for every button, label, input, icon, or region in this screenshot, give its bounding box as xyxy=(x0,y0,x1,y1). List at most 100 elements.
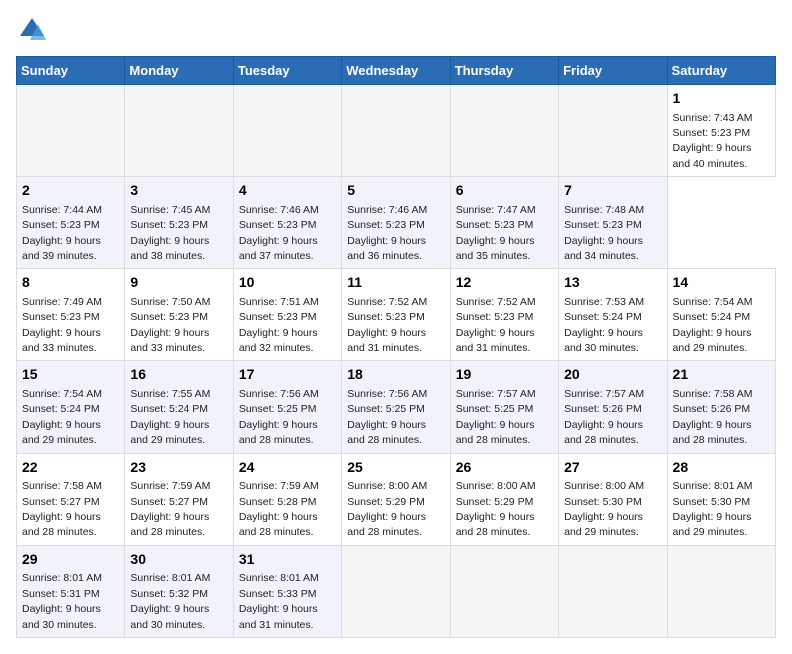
day-number: 30 xyxy=(130,550,227,570)
empty-cell xyxy=(450,545,558,637)
day-cell-21: 21 Sunrise: 7:58 AMSunset: 5:26 PMDayligh… xyxy=(667,361,775,453)
day-number: 3 xyxy=(130,181,227,201)
day-cell-8: 8 Sunrise: 7:49 AMSunset: 5:23 PMDaylight… xyxy=(17,269,125,361)
day-cell-11: 11Sunrise: 7:52 AMSunset: 5:23 PMDayligh… xyxy=(342,269,450,361)
day-number: 27 xyxy=(564,458,661,478)
day-cell-28: 28Sunrise: 8:01 AMSunset: 5:30 PMDayligh… xyxy=(667,453,775,545)
day-number: 18 xyxy=(347,365,444,385)
empty-cell xyxy=(559,85,667,177)
day-cell-25: 25Sunrise: 8:00 AMSunset: 5:29 PMDayligh… xyxy=(342,453,450,545)
empty-cell xyxy=(450,85,558,177)
day-cell-16: 16Sunrise: 7:55 AMSunset: 5:24 PMDayligh… xyxy=(125,361,233,453)
day-info: Sunrise: 7:54 AMSunset: 5:24 PMDaylight:… xyxy=(673,296,753,354)
day-number: 5 xyxy=(347,181,444,201)
day-info: Sunrise: 8:00 AMSunset: 5:30 PMDaylight:… xyxy=(564,480,644,538)
day-cell-2: 2 Sunrise: 7:44 AMSunset: 5:23 PMDaylight… xyxy=(17,177,125,269)
day-number: 1 xyxy=(673,89,770,109)
day-number: 16 xyxy=(130,365,227,385)
day-cell-17: 17Sunrise: 7:56 AMSunset: 5:25 PMDayligh… xyxy=(233,361,341,453)
day-cell-10: 10Sunrise: 7:51 AMSunset: 5:23 PMDayligh… xyxy=(233,269,341,361)
day-number: 26 xyxy=(456,458,553,478)
day-cell-3: 3 Sunrise: 7:45 AMSunset: 5:23 PMDaylight… xyxy=(125,177,233,269)
day-number: 6 xyxy=(456,181,553,201)
calendar-table: SundayMondayTuesdayWednesdayThursdayFrid… xyxy=(16,56,776,638)
day-cell-31: 31Sunrise: 8:01 AMSunset: 5:33 PMDayligh… xyxy=(233,545,341,637)
header-row: SundayMondayTuesdayWednesdayThursdayFrid… xyxy=(17,57,776,85)
day-cell-7: 7 Sunrise: 7:48 AMSunset: 5:23 PMDaylight… xyxy=(559,177,667,269)
day-info: Sunrise: 7:49 AMSunset: 5:23 PMDaylight:… xyxy=(22,296,102,354)
calendar-week-0: 1 Sunrise: 7:43 AMSunset: 5:23 PMDaylight… xyxy=(17,85,776,177)
empty-cell xyxy=(342,85,450,177)
day-cell-18: 18Sunrise: 7:56 AMSunset: 5:25 PMDayligh… xyxy=(342,361,450,453)
day-number: 24 xyxy=(239,458,336,478)
day-number: 14 xyxy=(673,273,770,293)
logo-icon xyxy=(18,16,46,44)
day-number: 2 xyxy=(22,181,119,201)
day-info: Sunrise: 7:52 AMSunset: 5:23 PMDaylight:… xyxy=(347,296,427,354)
calendar-week-1: 2 Sunrise: 7:44 AMSunset: 5:23 PMDaylight… xyxy=(17,177,776,269)
day-cell-12: 12 Sunrise: 7:52 AMSunset: 5:23 PMDayligh… xyxy=(450,269,558,361)
day-info: Sunrise: 7:59 AMSunset: 5:27 PMDaylight:… xyxy=(130,480,210,538)
day-cell-22: 22Sunrise: 7:58 AMSunset: 5:27 PMDayligh… xyxy=(17,453,125,545)
page-header xyxy=(16,16,776,44)
day-info: Sunrise: 7:57 AMSunset: 5:26 PMDaylight:… xyxy=(564,388,644,446)
day-info: Sunrise: 8:01 AMSunset: 5:30 PMDaylight:… xyxy=(673,480,753,538)
day-number: 21 xyxy=(673,365,770,385)
day-cell-27: 27Sunrise: 8:00 AMSunset: 5:30 PMDayligh… xyxy=(559,453,667,545)
day-number: 20 xyxy=(564,365,661,385)
day-number: 4 xyxy=(239,181,336,201)
day-info: Sunrise: 7:59 AMSunset: 5:28 PMDaylight:… xyxy=(239,480,319,538)
logo xyxy=(16,16,46,44)
day-info: Sunrise: 7:52 AMSunset: 5:23 PMDaylight:… xyxy=(456,296,536,354)
header-friday: Friday xyxy=(559,57,667,85)
day-cell-26: 26Sunrise: 8:00 AMSunset: 5:29 PMDayligh… xyxy=(450,453,558,545)
day-number: 23 xyxy=(130,458,227,478)
day-info: Sunrise: 8:01 AMSunset: 5:32 PMDaylight:… xyxy=(130,572,210,630)
calendar-week-5: 29Sunrise: 8:01 AMSunset: 5:31 PMDayligh… xyxy=(17,545,776,637)
header-saturday: Saturday xyxy=(667,57,775,85)
day-info: Sunrise: 7:47 AMSunset: 5:23 PMDaylight:… xyxy=(456,204,536,262)
day-cell-19: 19Sunrise: 7:57 AMSunset: 5:25 PMDayligh… xyxy=(450,361,558,453)
day-cell-13: 13Sunrise: 7:53 AMSunset: 5:24 PMDayligh… xyxy=(559,269,667,361)
empty-cell xyxy=(233,85,341,177)
calendar-week-2: 8 Sunrise: 7:49 AMSunset: 5:23 PMDaylight… xyxy=(17,269,776,361)
day-number: 25 xyxy=(347,458,444,478)
day-cell-30: 30Sunrise: 8:01 AMSunset: 5:32 PMDayligh… xyxy=(125,545,233,637)
empty-cell xyxy=(559,545,667,637)
day-number: 15 xyxy=(22,365,119,385)
day-number: 22 xyxy=(22,458,119,478)
day-number: 13 xyxy=(564,273,661,293)
day-info: Sunrise: 7:51 AMSunset: 5:23 PMDaylight:… xyxy=(239,296,319,354)
day-info: Sunrise: 7:48 AMSunset: 5:23 PMDaylight:… xyxy=(564,204,644,262)
day-number: 19 xyxy=(456,365,553,385)
header-sunday: Sunday xyxy=(17,57,125,85)
day-number: 29 xyxy=(22,550,119,570)
day-cell-14: 14 Sunrise: 7:54 AMSunset: 5:24 PMDayligh… xyxy=(667,269,775,361)
header-monday: Monday xyxy=(125,57,233,85)
day-info: Sunrise: 8:00 AMSunset: 5:29 PMDaylight:… xyxy=(347,480,427,538)
day-cell-5: 5Sunrise: 7:46 AMSunset: 5:23 PMDaylight… xyxy=(342,177,450,269)
day-cell-6: 6 Sunrise: 7:47 AMSunset: 5:23 PMDaylight… xyxy=(450,177,558,269)
header-wednesday: Wednesday xyxy=(342,57,450,85)
day-info: Sunrise: 7:45 AMSunset: 5:23 PMDaylight:… xyxy=(130,204,210,262)
empty-cell xyxy=(667,545,775,637)
day-cell-9: 9Sunrise: 7:50 AMSunset: 5:23 PMDaylight… xyxy=(125,269,233,361)
day-info: Sunrise: 8:01 AMSunset: 5:31 PMDaylight:… xyxy=(22,572,102,630)
day-info: Sunrise: 8:00 AMSunset: 5:29 PMDaylight:… xyxy=(456,480,536,538)
day-number: 31 xyxy=(239,550,336,570)
day-cell-1: 1 Sunrise: 7:43 AMSunset: 5:23 PMDaylight… xyxy=(667,85,775,177)
calendar-week-3: 15Sunrise: 7:54 AMSunset: 5:24 PMDayligh… xyxy=(17,361,776,453)
day-number: 7 xyxy=(564,181,661,201)
day-number: 12 xyxy=(456,273,553,293)
day-cell-15: 15Sunrise: 7:54 AMSunset: 5:24 PMDayligh… xyxy=(17,361,125,453)
day-info: Sunrise: 7:58 AMSunset: 5:26 PMDaylight:… xyxy=(673,388,753,446)
empty-cell xyxy=(125,85,233,177)
day-cell-4: 4Sunrise: 7:46 AMSunset: 5:23 PMDaylight… xyxy=(233,177,341,269)
day-info: Sunrise: 7:43 AMSunset: 5:23 PMDaylight:… xyxy=(673,112,753,170)
day-number: 8 xyxy=(22,273,119,293)
day-number: 9 xyxy=(130,273,227,293)
calendar-week-4: 22Sunrise: 7:58 AMSunset: 5:27 PMDayligh… xyxy=(17,453,776,545)
empty-cell xyxy=(17,85,125,177)
header-thursday: Thursday xyxy=(450,57,558,85)
day-info: Sunrise: 7:44 AMSunset: 5:23 PMDaylight:… xyxy=(22,204,102,262)
